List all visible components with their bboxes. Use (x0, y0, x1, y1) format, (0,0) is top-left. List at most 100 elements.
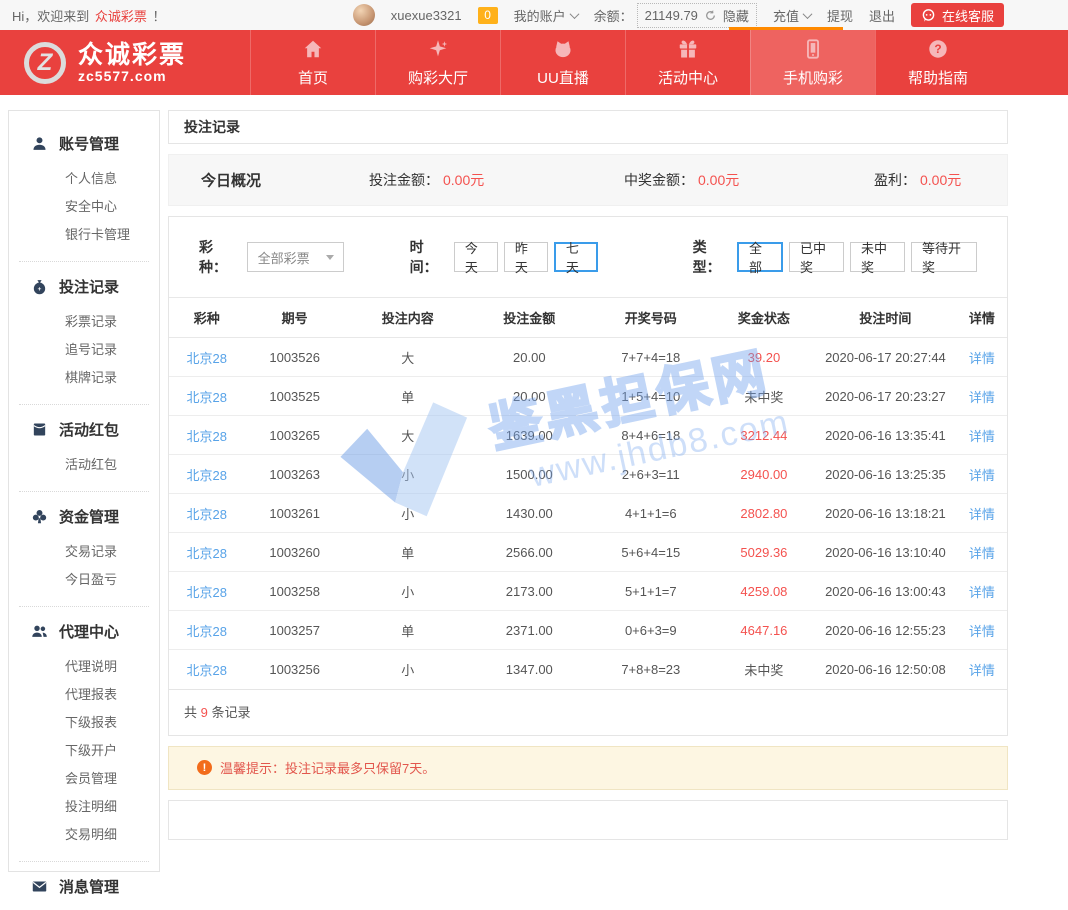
today-summary: 今日概况 投注金额：0.00元中奖金额：0.00元盈利：0.00元 (168, 154, 1008, 206)
detail-link[interactable]: 详情 (969, 390, 995, 405)
nav-item-2[interactable]: 购彩大厅 (375, 30, 500, 95)
issue-number: 1003525 (269, 389, 320, 404)
lottery-link[interactable]: 北京28 (186, 546, 226, 561)
detail-link[interactable]: 详情 (969, 351, 995, 366)
type-filter-button[interactable]: 未中奖 (850, 242, 905, 272)
recharge-dropdown[interactable]: 充值 (773, 6, 811, 25)
table-row: 北京281003526大20.007+7+4=1839.202020-06-17… (169, 338, 1007, 377)
nav-item-5[interactable]: 手机购彩 (750, 30, 875, 95)
page-title: 投注记录 (168, 110, 1008, 144)
sidebar-item[interactable]: 下级报表 (9, 709, 159, 737)
brand-link[interactable]: 众诚彩票 (95, 9, 147, 24)
draw-result: 7+7+4=18 (621, 350, 680, 365)
sidebar-item[interactable]: 追号记录 (9, 336, 159, 364)
sidebar-group-title[interactable]: 活动红包 (9, 415, 159, 443)
bet-time: 2020-06-16 13:00:43 (825, 584, 946, 599)
type-filter-button[interactable]: 等待开奖 (911, 242, 977, 272)
time-filter-button[interactable]: 昨天 (504, 242, 548, 272)
sidebar-group-title[interactable]: 代理中心 (9, 617, 159, 645)
sidebar-group-title[interactable]: 资金管理 (9, 502, 159, 530)
sidebar-item[interactable]: 投注明细 (9, 793, 159, 821)
site-logo[interactable]: Z 众诚彩票 zc5577.com (0, 30, 250, 95)
time-filter-button[interactable]: 七天 (554, 242, 598, 272)
detail-link[interactable]: 详情 (969, 507, 995, 522)
lottery-select[interactable]: 全部彩票 (247, 242, 344, 272)
type-filter-button[interactable]: 已中奖 (789, 242, 844, 272)
lottery-link[interactable]: 北京28 (186, 390, 226, 405)
sidebar-item[interactable]: 活动红包 (9, 451, 159, 479)
draw-result: 5+1+1=7 (625, 584, 677, 599)
detail-link[interactable]: 详情 (969, 429, 995, 444)
bet-content: 小 (401, 507, 414, 522)
recharge-label: 充值 (773, 6, 799, 25)
bet-content: 小 (401, 663, 414, 678)
refresh-icon[interactable] (704, 9, 717, 22)
lottery-link[interactable]: 北京28 (186, 507, 226, 522)
sidebar-item[interactable]: 安全中心 (9, 193, 159, 221)
prize-status: 2940.00 (740, 467, 787, 482)
sidebar-group-title[interactable]: + 投注记录 (9, 272, 159, 300)
hide-balance-button[interactable]: 隐藏 (723, 6, 749, 25)
nav-item-4[interactable]: 活动中心 (625, 30, 750, 95)
sidebar-item[interactable]: 银行卡管理 (9, 221, 159, 249)
lottery-link[interactable]: 北京28 (186, 585, 226, 600)
draw-result: 5+6+4=15 (621, 545, 680, 560)
lottery-link[interactable]: 北京28 (186, 351, 226, 366)
mobile-icon (802, 38, 824, 60)
prize-status: 未中奖 (744, 663, 783, 678)
sidebar-item[interactable]: 棋牌记录 (9, 364, 159, 392)
table-header-row: 彩种期号投注内容投注金额开奖号码奖金状态投注时间详情 (169, 298, 1007, 338)
detail-link[interactable]: 详情 (969, 585, 995, 600)
sidebar-item[interactable]: 个人信息 (9, 165, 159, 193)
sidebar-group: 账号管理 个人信息 安全中心 银行卡管理 (9, 129, 159, 251)
lottery-link[interactable]: 北京28 (186, 624, 226, 639)
sidebar-item[interactable]: 彩票记录 (9, 308, 159, 336)
my-account-dropdown[interactable]: 我的账户 (514, 6, 578, 25)
logout-link[interactable]: 退出 (869, 6, 895, 25)
detail-link[interactable]: 详情 (969, 624, 995, 639)
my-account-label: 我的账户 (514, 6, 566, 25)
bet-amount: 1430.00 (506, 506, 553, 521)
message-badge[interactable]: 0 (478, 7, 498, 24)
sidebar-item[interactable]: 交易明细 (9, 821, 159, 849)
nav-item-label: 首页 (298, 67, 328, 88)
home-icon (302, 38, 324, 60)
sidebar-group-items (9, 900, 159, 910)
greeting-suffix: ！ (153, 9, 166, 24)
sidebar-item[interactable]: 交易记录 (9, 538, 159, 566)
bet-time: 2020-06-16 13:18:21 (825, 506, 946, 521)
sidebar-divider (19, 861, 149, 862)
sidebar-item[interactable]: 下级开户 (9, 737, 159, 765)
summary-stat: 投注金额：0.00元 (369, 170, 484, 190)
username[interactable]: xuexue3321 (391, 8, 462, 23)
sidebar-item[interactable]: 会员管理 (9, 765, 159, 793)
sidebar-item[interactable]: 今日盈亏 (9, 566, 159, 594)
lottery-link[interactable]: 北京28 (186, 429, 226, 444)
records-count: 共 9 条记录 (169, 689, 1007, 735)
bet-amount: 2173.00 (506, 584, 553, 599)
type-filter-button[interactable]: 全部 (737, 242, 783, 272)
time-filter-button[interactable]: 今天 (454, 242, 498, 272)
type-filter-label: 类型： (693, 237, 731, 277)
gift-icon (677, 38, 699, 60)
lottery-link[interactable]: 北京28 (186, 663, 226, 678)
sidebar-item[interactable]: 代理说明 (9, 653, 159, 681)
issue-number: 1003261 (269, 506, 320, 521)
sidebar-group-title[interactable]: 账号管理 (9, 129, 159, 157)
lottery-link[interactable]: 北京28 (186, 468, 226, 483)
customer-service-button[interactable]: 在线客服 (911, 3, 1004, 27)
nav-item-label: 活动中心 (658, 67, 718, 88)
sidebar-group-title[interactable]: 消息管理 (9, 872, 159, 900)
bet-content: 小 (401, 468, 414, 483)
detail-link[interactable]: 详情 (969, 663, 995, 678)
nav-item-3[interactable]: UU直播 (500, 30, 625, 95)
sidebar-group-label: 代理中心 (59, 621, 119, 642)
avatar[interactable] (353, 4, 375, 26)
nav-item-1[interactable]: 首页 (250, 30, 375, 95)
bet-amount: 1347.00 (506, 662, 553, 677)
nav-item-6[interactable]: ? 帮助指南 (875, 30, 1000, 95)
detail-link[interactable]: 详情 (969, 468, 995, 483)
withdraw-link[interactable]: 提现 (827, 6, 853, 25)
detail-link[interactable]: 详情 (969, 546, 995, 561)
sidebar-item[interactable]: 代理报表 (9, 681, 159, 709)
